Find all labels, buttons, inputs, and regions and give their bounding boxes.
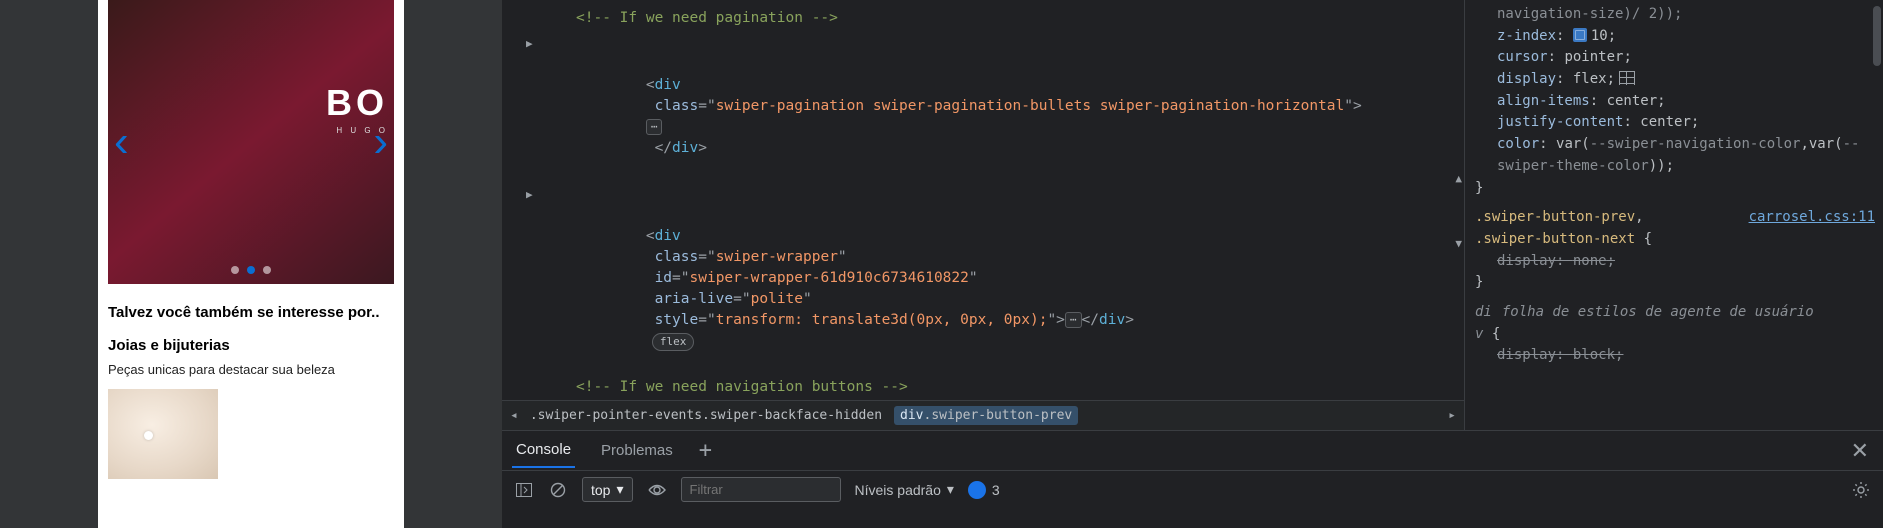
section-heading: Talvez você também se interesse por..: [108, 304, 394, 321]
styles-panel[interactable]: navigation-size)/ 2)); z-index: 10; curs…: [1465, 0, 1883, 430]
issue-count[interactable]: 3: [968, 481, 1000, 499]
dom-styles-split: <!-- If we need pagination --> ▶ <div cl…: [502, 0, 1883, 430]
section-paragraph: Peças unicas para destacar sua beleza: [108, 362, 394, 377]
drawer-tabs: Console Problemas + ✕: [502, 431, 1883, 471]
ua-stylesheet-header: di folha de estilos de agente de usuário: [1475, 302, 1875, 324]
live-expression-icon[interactable]: [647, 480, 667, 500]
filter-input[interactable]: [681, 477, 841, 502]
devtools: <!-- If we need pagination --> ▶ <div cl…: [502, 0, 1883, 528]
elements-panel[interactable]: <!-- If we need pagination --> ▶ <div cl…: [502, 0, 1465, 430]
carousel: BO H U G O ‹ ›: [108, 0, 394, 284]
css-declaration[interactable]: color: var(--swiper-navigation-color,var…: [1475, 134, 1875, 177]
page-card: BO H U G O ‹ › Talvez você també: [98, 0, 404, 528]
carousel-bullet-active[interactable]: [247, 266, 255, 274]
sidebar-toggle-icon[interactable]: [514, 480, 534, 500]
breadcrumb: ◂ .swiper-pointer-events.swiper-backface…: [502, 400, 1464, 430]
breadcrumb-item[interactable]: .swiper-pointer-events.swiper-backface-h…: [530, 408, 882, 423]
expand-caret-icon[interactable]: ▶: [526, 36, 533, 52]
carousel-slide-1: BO H U G O: [108, 0, 394, 284]
console-drawer: Console Problemas + ✕ top▾ Níveis padrão…: [502, 430, 1883, 528]
ellipsis-icon[interactable]: ⋯: [1065, 312, 1082, 328]
expand-caret-icon[interactable]: ▶: [526, 187, 533, 203]
clear-console-icon[interactable]: [548, 480, 568, 500]
breadcrumb-item-selected[interactable]: div.swiper-button-prev: [894, 406, 1078, 425]
css-declaration[interactable]: z-index: 10;: [1475, 26, 1875, 48]
ellipsis-icon[interactable]: ⋯: [646, 119, 663, 135]
dom-comment[interactable]: <!-- If we need navigation buttons -->: [502, 375, 1464, 400]
css-declaration[interactable]: cursor: pointer;: [1475, 47, 1875, 69]
settings-gear-icon[interactable]: [1851, 480, 1871, 500]
css-declaration[interactable]: navigation-size)/ 2));: [1475, 4, 1875, 26]
css-brace: }: [1475, 178, 1875, 200]
breadcrumb-left-arrow-icon[interactable]: ◂: [510, 408, 518, 423]
pearl-illustration: [144, 431, 153, 440]
page-preview: BO H U G O ‹ › Talvez você també: [0, 0, 502, 528]
tab-console[interactable]: Console: [512, 433, 575, 468]
css-selector-row[interactable]: .swiper-button-next {: [1475, 229, 1875, 251]
log-levels-select[interactable]: Níveis padrão▾: [855, 481, 954, 498]
dom-node[interactable]: ▶ <div class="swiper-wrapper" id="swiper…: [502, 182, 1464, 375]
carousel-slides: BO H U G O: [108, 0, 394, 284]
carousel-prev-arrow[interactable]: ‹: [114, 117, 129, 167]
css-declaration[interactable]: justify-content: center;: [1475, 112, 1875, 134]
css-declaration[interactable]: align-items: center;: [1475, 91, 1875, 113]
carousel-bullet[interactable]: [263, 266, 271, 274]
carousel-bullet[interactable]: [231, 266, 239, 274]
issue-badge-icon: [968, 481, 986, 499]
carousel-bullets: [108, 266, 394, 274]
cube-icon[interactable]: [1573, 28, 1587, 42]
flex-grid-icon[interactable]: [1619, 71, 1635, 85]
flex-badge[interactable]: flex: [652, 333, 695, 351]
carousel-next-arrow[interactable]: ›: [373, 117, 388, 167]
source-link[interactable]: carrosel.css:11: [1749, 207, 1875, 229]
css-declaration-overridden[interactable]: display: block;: [1475, 345, 1875, 367]
context-select[interactable]: top▾: [582, 477, 633, 502]
add-tab-icon[interactable]: +: [699, 438, 712, 463]
css-selector-row[interactable]: .swiper-button-prev, carrosel.css:11: [1475, 207, 1875, 229]
tab-problems[interactable]: Problemas: [597, 434, 677, 467]
section-subheading: Joias e bijuterias: [108, 337, 394, 354]
breadcrumb-right-arrow-icon[interactable]: ▸: [1448, 408, 1456, 423]
css-selector-row[interactable]: v {: [1475, 324, 1875, 346]
dom-comment[interactable]: <!-- If we need pagination -->: [502, 6, 1464, 31]
chevron-down-icon: ▾: [947, 481, 954, 498]
console-toolbar: top▾ Níveis padrão▾ 3: [502, 471, 1883, 508]
close-drawer-icon[interactable]: ✕: [1851, 438, 1869, 464]
css-declaration-overridden[interactable]: display: none;: [1475, 251, 1875, 273]
chevron-down-icon: ▾: [616, 481, 623, 498]
scroll-indicator-icon[interactable]: ▲▼: [1455, 172, 1462, 250]
dom-node[interactable]: ▶ <div class="swiper-pagination swiper-p…: [502, 31, 1464, 182]
css-declaration[interactable]: display: flex;: [1475, 69, 1875, 91]
scrollbar[interactable]: [1873, 6, 1881, 66]
product-thumbnail[interactable]: [108, 389, 218, 479]
css-brace: }: [1475, 272, 1875, 294]
